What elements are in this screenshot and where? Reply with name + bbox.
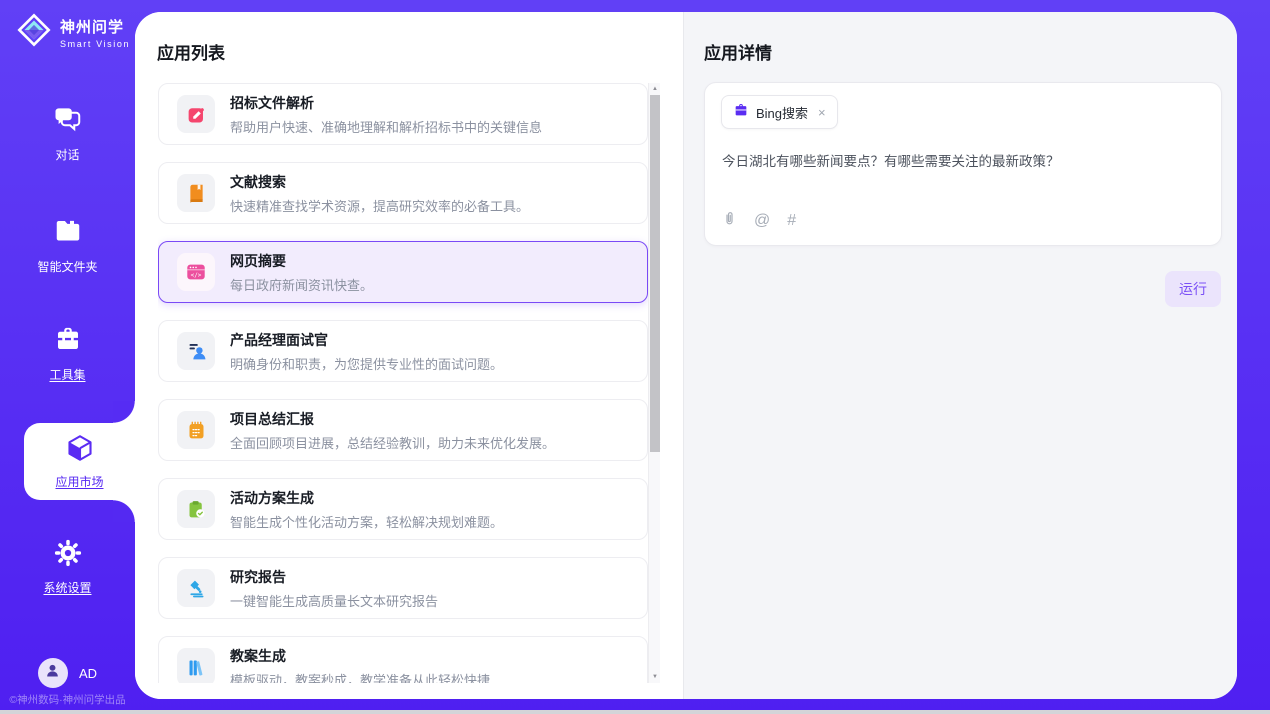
app-card-desc: 帮助用户快速、准确地理解和解析招标书中的关键信息: [230, 117, 542, 136]
app-card-title: 项目总结汇报: [230, 409, 555, 429]
webpage-code-icon: </>: [177, 253, 215, 291]
brand-subtitle: Smart Vision: [60, 39, 130, 49]
chat-icon: [53, 104, 83, 139]
run-button[interactable]: 运行: [1165, 271, 1221, 307]
scroll-up-arrow-icon[interactable]: ▲: [649, 83, 661, 95]
app-detail-title: 应用详情: [704, 39, 772, 64]
app-card-desc: 智能生成个性化活动方案，轻松解决规划难题。: [230, 512, 503, 531]
app-list-scrollbar[interactable]: ▲ ▼: [648, 83, 660, 683]
app-card-title: 产品经理面试官: [230, 330, 503, 350]
at-icon[interactable]: @: [754, 213, 770, 229]
app-card-desc: 全面回顾项目进展，总结经验教训，助力未来优化发展。: [230, 433, 555, 452]
app-card-webpage-summary[interactable]: </> 网页摘要 每日政府新闻资讯快查。: [158, 241, 648, 303]
app-card-title: 网页摘要: [230, 251, 373, 271]
app-card-title: 文献搜索: [230, 172, 529, 192]
app-card-research-report[interactable]: 研究报告 一键智能生成高质量长文本研究报告: [158, 557, 648, 619]
clipboard-check-icon: [177, 490, 215, 528]
app-list-title: 应用列表: [157, 39, 225, 64]
prompt-card: Bing搜索 × 今日湖北有哪些新闻要点？有哪些需要关注的最新政策？ @ #: [704, 82, 1222, 246]
app-card-lesson-plan[interactable]: 教案生成 模板驱动，教案秒成，教学准备从此轻松快捷: [158, 636, 648, 683]
svg-text:</>: </>: [191, 272, 202, 279]
app-card-title: 教案生成: [230, 646, 490, 666]
app-card-desc: 一键智能生成高质量长文本研究报告: [230, 591, 438, 610]
app-card-title: 活动方案生成: [230, 488, 503, 508]
gear-icon: [54, 539, 82, 572]
app-card-desc: 每日政府新闻资讯快查。: [230, 275, 373, 294]
bubble-fillet-top: [113, 401, 135, 423]
sidebar-item-chat[interactable]: 对话: [0, 104, 135, 163]
sidebar-item-label: 系统设置: [43, 579, 91, 596]
app-detail-panel: 应用详情 Bing搜索 × 今日湖北有哪些新闻要点？有哪些需要关注的最新政策？: [683, 12, 1237, 699]
app-card-literature-search[interactable]: 文献搜索 快速精准查找学术资源，提高研究效率的必备工具。: [158, 162, 648, 224]
interviewer-icon: [177, 332, 215, 370]
app-card-title: 招标文件解析: [230, 93, 542, 113]
sidebar-footer-text: ©神州数码·神州问学出品: [0, 692, 135, 707]
scrollbar-thumb[interactable]: [650, 95, 660, 452]
sidebar-item-toolset[interactable]: 工具集: [0, 324, 135, 383]
book-icon: [177, 174, 215, 212]
person-icon: [44, 662, 61, 684]
edit-document-icon: [177, 95, 215, 133]
sidebar: 神州问学 Smart Vision 对话 智能文件夹: [0, 0, 135, 714]
app-card-desc: 快速精准查找学术资源，提高研究效率的必备工具。: [230, 196, 529, 215]
app-list: 招标文件解析 帮助用户快速、准确地理解和解析招标书中的关键信息 文献搜索 快速精…: [158, 83, 648, 683]
cube-icon: [65, 433, 95, 468]
sidebar-item-app-market[interactable]: 应用市场: [24, 423, 135, 500]
app-card-project-summary[interactable]: 项目总结汇报 全面回顾项目进展，总结经验教训，助力未来优化发展。: [158, 399, 648, 461]
user-initials: AD: [79, 666, 97, 681]
chip-close-icon[interactable]: ×: [818, 105, 826, 120]
folder-icon: [53, 216, 83, 251]
brand-name: 神州问学: [60, 16, 130, 37]
app-card-desc: 模板驱动，教案秒成，教学准备从此轻松快捷: [230, 670, 490, 684]
tool-chip-label: Bing搜索: [756, 103, 808, 122]
user-row: AD: [0, 658, 135, 688]
app-card-event-plan[interactable]: 活动方案生成 智能生成个性化活动方案，轻松解决规划难题。: [158, 478, 648, 540]
books-icon: [177, 648, 215, 683]
main-content: 应用列表 招标文件解析 帮助用户快速、准确地理解和解析招标书中的关键信息: [135, 12, 1237, 699]
brand-logo: 神州问学 Smart Vision: [16, 12, 130, 53]
app-card-title: 研究报告: [230, 567, 438, 587]
notepad-icon: [177, 411, 215, 449]
avatar[interactable]: [38, 658, 68, 688]
toolbox-icon: [53, 324, 83, 359]
sidebar-item-label: 工具集: [49, 366, 85, 383]
sidebar-item-label: 对话: [55, 146, 79, 163]
diamond-logo-icon: [16, 12, 52, 53]
query-text[interactable]: 今日湖北有哪些新闻要点？有哪些需要关注的最新政策？: [722, 152, 1201, 172]
scroll-down-arrow-icon[interactable]: ▼: [649, 671, 661, 683]
app-list-panel: 应用列表 招标文件解析 帮助用户快速、准确地理解和解析招标书中的关键信息: [135, 12, 683, 699]
screen-bottom-edge: [0, 710, 1270, 714]
tool-chip-bing-search[interactable]: Bing搜索 ×: [721, 95, 838, 129]
briefcase-icon: [733, 102, 749, 123]
app-card-pm-interviewer[interactable]: 产品经理面试官 明确身份和职责，为您提供专业性的面试问题。: [158, 320, 648, 382]
sidebar-item-label: 智能文件夹: [37, 258, 97, 275]
input-toolbar: @ #: [722, 210, 796, 232]
sidebar-item-settings[interactable]: 系统设置: [0, 539, 135, 596]
app-card-desc: 明确身份和职责，为您提供专业性的面试问题。: [230, 354, 503, 373]
bubble-fillet-bottom: [113, 500, 135, 522]
sidebar-item-label: 应用市场: [55, 473, 103, 490]
sidebar-item-smart-folder[interactable]: 智能文件夹: [0, 216, 135, 275]
microscope-icon: [177, 569, 215, 607]
hash-icon[interactable]: #: [787, 213, 796, 229]
app-card-bid-analysis[interactable]: 招标文件解析 帮助用户快速、准确地理解和解析招标书中的关键信息: [158, 83, 648, 145]
paperclip-icon[interactable]: [722, 210, 737, 232]
